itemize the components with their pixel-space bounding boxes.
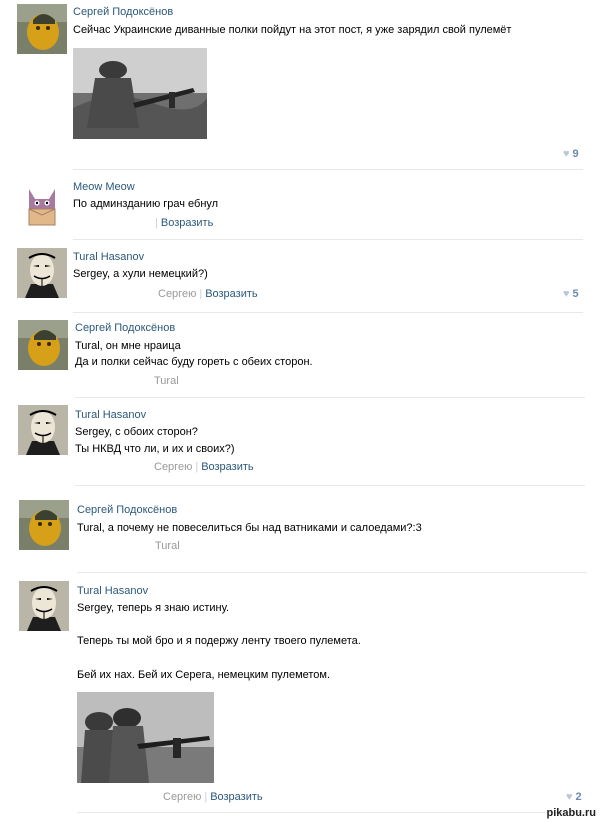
comment-text-line: Tural, он мне нраица [75, 340, 181, 352]
author-name[interactable]: Tural Hasanov [77, 585, 148, 597]
comment-5: Tural Hasanov Sergey, с обоих сторон? Ты… [0, 398, 600, 486]
comment-6: Сергей Подоксёнов Tural, а почему не пов… [0, 486, 600, 573]
addressee-link[interactable]: Сергею [163, 791, 201, 803]
reply-button[interactable]: Возразить [161, 217, 213, 229]
comment-3: Tural Hasanov Sergey, а хули немецкий?) … [0, 240, 600, 313]
author-name[interactable]: Tural Hasanov [75, 409, 146, 421]
heart-icon: ♥ [563, 288, 570, 300]
avatar[interactable] [17, 181, 67, 231]
like-count: 2 [575, 791, 582, 803]
author-name[interactable]: Tural Hasanov [73, 251, 144, 263]
avatar[interactable] [17, 4, 67, 54]
comment-meta: | Возразить [152, 217, 213, 229]
comment-text-line: Да и полки сейчас буду гореть с обеих ст… [75, 356, 313, 368]
comment-text-line: Сейчас Украинские диванные полки пойдут … [73, 24, 512, 36]
separator: | [204, 791, 208, 803]
comment-meta: Сергею | Возразить [158, 288, 258, 300]
sergey-avatar [17, 4, 67, 54]
comment-4: Сергей Подоксёнов Tural, он мне нраица Д… [0, 313, 600, 398]
cat-avatar [17, 181, 67, 231]
addressee-link[interactable]: Сергею [158, 288, 196, 300]
comment-text-line: Ты НКВД что ли, и их и своих?) [75, 443, 235, 455]
addressee-link[interactable]: Сергею [154, 461, 192, 473]
like-button[interactable]: ♥ 5 [563, 288, 579, 300]
separator: | [199, 288, 203, 300]
machine-gunner-photo [73, 48, 207, 139]
heart-icon: ♥ [566, 791, 573, 803]
addressee-link[interactable]: Tural [154, 375, 179, 387]
separator: | [195, 461, 199, 473]
watermark: pikabu.ru [546, 807, 596, 819]
avatar[interactable] [17, 248, 67, 298]
comment-text-line: Tural, а почему не повеселиться бы над в… [77, 522, 422, 534]
comment-meta: Сергею | Возразить [154, 461, 254, 473]
comment-meta: Сергею | Возразить [163, 791, 263, 803]
comment-text-line: Теперь ты мой бро и я подержу ленту твое… [77, 635, 361, 647]
comment-7: Tural Hasanov Sergey, теперь я знаю исти… [0, 573, 600, 813]
avatar[interactable] [18, 320, 68, 370]
comment-text-line: Бей их нах. Бей их Серега, немецким пуле… [77, 669, 331, 681]
sergey-avatar [18, 320, 68, 370]
comment-text-line: Sergey, с обоих сторон? [75, 426, 198, 438]
divider [77, 812, 587, 813]
guy-fawkes-mask-avatar [17, 248, 67, 298]
comment-meta: Tural [155, 540, 180, 552]
heart-icon: ♥ [563, 148, 570, 160]
author-name[interactable]: Сергей Подоксёнов [75, 322, 175, 334]
separator: | [155, 217, 158, 229]
comment-text-line: По админзданию грач ебнул [73, 198, 219, 210]
comment-text-line: Sergey, а хули немецкий?) [73, 268, 208, 280]
avatar[interactable] [19, 581, 69, 631]
addressee-link[interactable]: Tural [155, 540, 180, 552]
like-count: 5 [572, 288, 579, 300]
like-button[interactable]: ♥ 2 [566, 791, 582, 803]
comment-text-line: Sergey, теперь я знаю истину. [77, 602, 230, 614]
avatar[interactable] [18, 405, 68, 455]
avatar[interactable] [19, 500, 69, 550]
author-name[interactable]: Сергей Подоксёнов [77, 504, 177, 516]
author-name[interactable]: Meow Meow [73, 181, 135, 193]
helmeted-soldiers-photo [77, 692, 214, 783]
author-name[interactable]: Сергей Подоксёнов [73, 6, 173, 18]
comment-2: Meow Meow По админзданию грач ебнул | Воз… [0, 170, 600, 240]
sergey-avatar [19, 500, 69, 550]
reply-button[interactable]: Возразить [201, 461, 253, 473]
comment-meta: Tural [154, 375, 179, 387]
guy-fawkes-mask-avatar [18, 405, 68, 455]
reply-button[interactable]: Возразить [205, 288, 257, 300]
comment-1: Сергей Подоксёнов Сейчас Украинские дива… [0, 0, 600, 170]
reply-button[interactable]: Возразить [210, 791, 262, 803]
like-count: 9 [572, 148, 579, 160]
comment-photo[interactable] [73, 48, 207, 139]
comment-photo[interactable] [77, 692, 214, 783]
guy-fawkes-mask-avatar [19, 581, 69, 631]
like-button[interactable]: ♥ 9 [563, 148, 579, 160]
